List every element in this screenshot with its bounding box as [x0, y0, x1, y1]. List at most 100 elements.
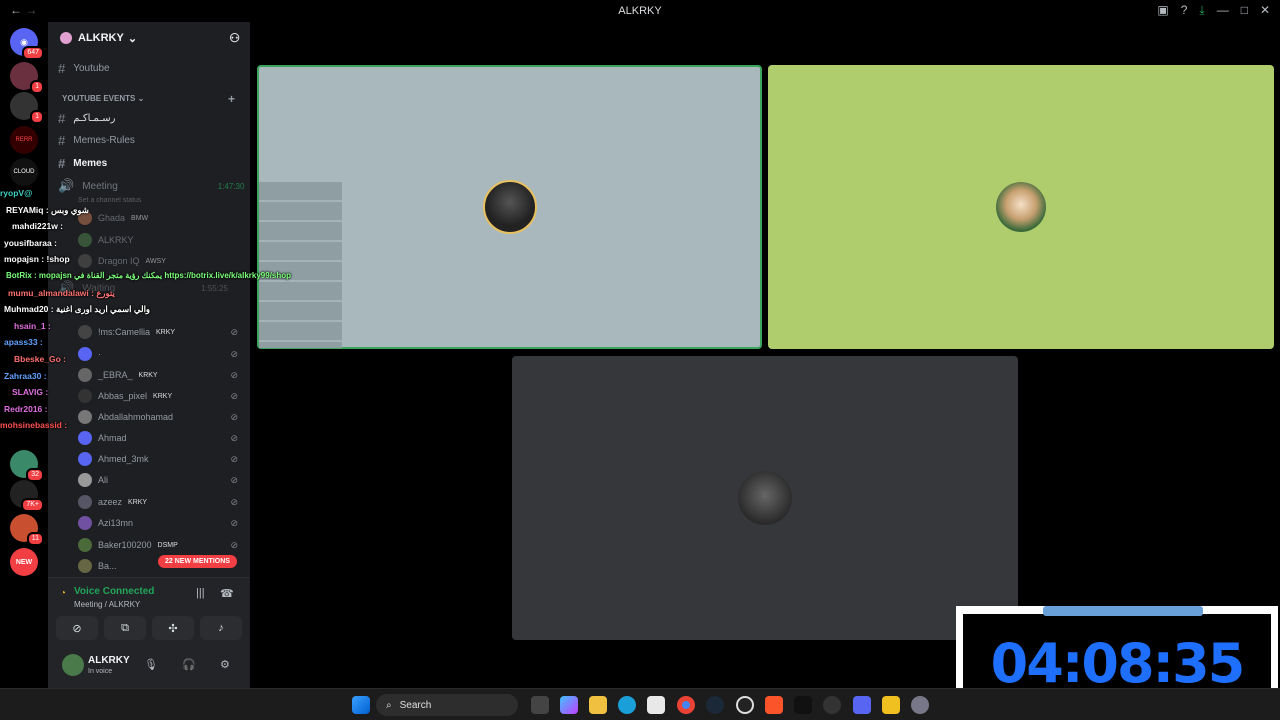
windows-start-icon[interactable] — [352, 696, 370, 714]
window-controls: ▣ ? ⤓ — □ ✕ — [1157, 3, 1270, 18]
participant-tile[interactable] — [512, 356, 1018, 640]
server-icon[interactable]: RERR — [10, 126, 38, 154]
settings-icon[interactable]: ⚙ — [220, 658, 230, 671]
voice-user[interactable]: Baker100200 DSMP ⊘ — [78, 535, 238, 555]
chat-line: Zahraa30 : — [4, 370, 47, 381]
server-name: ALKRKY — [78, 32, 124, 44]
server-icon[interactable]: NEW — [10, 548, 38, 576]
inbox-icon[interactable]: ▣ — [1157, 3, 1168, 18]
store-icon[interactable] — [647, 696, 665, 714]
close-icon[interactable]: ✕ — [1260, 3, 1270, 18]
avatar — [482, 180, 537, 234]
deafened-icon: ⊘ — [230, 453, 238, 464]
deafened-icon: ⊘ — [230, 517, 238, 528]
stream-chat-overlay: ryopV@ REYAMiq : شوي وبس mahdi221w : you… — [0, 188, 330, 437]
copilot-icon[interactable] — [560, 696, 578, 714]
edge-icon[interactable] — [618, 696, 636, 714]
activities-icon[interactable]: ✣ — [152, 616, 194, 640]
avatar — [738, 471, 792, 525]
server-header[interactable]: ALKRKY ⌄ ⚇ — [48, 22, 250, 54]
channel-youtube[interactable]: # Youtube — [58, 58, 110, 78]
server-icon[interactable]: 7K+ — [10, 480, 44, 512]
hash-icon: # — [58, 60, 66, 76]
hash-icon: # — [58, 155, 66, 171]
voice-actions: ⊘ ⧉ ✣ ♪ — [56, 616, 242, 640]
voice-channel-path[interactable]: Meeting / ALKRKY — [74, 600, 140, 609]
sticky-notes-icon[interactable] — [882, 696, 900, 714]
brave-icon[interactable] — [765, 696, 783, 714]
participant-tile[interactable] — [257, 65, 762, 349]
deafened-icon: ⊘ — [230, 474, 238, 485]
add-channel-icon[interactable]: + — [228, 92, 235, 106]
minimize-icon[interactable]: — — [1217, 3, 1229, 18]
server-badge-icon — [60, 32, 72, 44]
maximize-icon[interactable]: □ — [1241, 3, 1248, 18]
chevron-down-icon: ⌄ — [127, 32, 138, 45]
microphone-icon[interactable]: 🎙 — [144, 658, 158, 671]
help-icon[interactable]: ? — [1181, 3, 1188, 18]
avatar — [78, 473, 92, 487]
voice-user[interactable]: Ali ⊘ — [78, 470, 238, 490]
avatar — [78, 538, 92, 552]
download-icon[interactable]: ⤓ — [1199, 3, 1204, 18]
timer-bar-top — [1043, 606, 1203, 616]
chat-line: apass33 : — [4, 337, 43, 348]
chat-line: Redr2016 : — [4, 403, 48, 414]
taskbar: ⌕ Search — [0, 688, 1280, 720]
channel-memes[interactable]: # Memes — [58, 153, 107, 173]
add-member-icon[interactable]: ⚇ — [229, 31, 240, 45]
obs-icon[interactable] — [736, 696, 754, 714]
steam-icon[interactable] — [706, 696, 724, 714]
settings-app-icon[interactable] — [911, 696, 929, 714]
screen-share-icon[interactable]: ⧉ — [104, 616, 146, 640]
headphones-icon[interactable]: 🎧 — [182, 658, 196, 671]
deafened-icon: ⊘ — [230, 539, 238, 550]
hash-icon: # — [58, 132, 66, 148]
chat-line: mopajsn : !shop — [4, 254, 70, 265]
search-icon: ⌕ — [386, 699, 392, 711]
channel-rasmakum[interactable]: # رسـمـاكـم — [58, 108, 115, 128]
voice-user[interactable]: azeez KRKY ⊘ — [78, 492, 238, 512]
hash-icon: # — [58, 110, 66, 126]
avatar — [78, 495, 92, 509]
server-icon[interactable]: CLOUD — [10, 158, 38, 186]
discord-icon[interactable] — [853, 696, 871, 714]
home-button[interactable]: ◉ 647 — [10, 28, 44, 60]
chat-line: mahdi221w : — [12, 221, 64, 232]
avatar — [78, 516, 92, 530]
avatar[interactable] — [62, 654, 84, 676]
title-bar: ← → ALKRKY ▣ ? ⤓ — □ ✕ — [0, 0, 1280, 22]
voice-user[interactable]: Azi13mn ⊘ — [78, 513, 238, 533]
server-icon[interactable]: 32 — [10, 450, 44, 482]
voice-user[interactable]: Ahmed_3mk ⊘ — [78, 449, 238, 469]
new-mentions-button[interactable]: 22 NEW MENTIONS — [158, 555, 237, 568]
noise-suppression-icon[interactable]: ||| — [196, 587, 205, 599]
chat-line: Bbeske_Go : — [14, 353, 66, 364]
user-name: ALKRKY — [88, 655, 130, 666]
disconnect-icon[interactable]: ☎ — [220, 587, 234, 600]
chat-line: mohsinebassid : — [0, 420, 68, 431]
window-title: ALKRKY — [618, 5, 662, 17]
participant-tile[interactable] — [768, 65, 1274, 349]
video-stage — [250, 22, 1280, 688]
voice-status: Voice Connected — [74, 586, 155, 597]
user-status: In voice — [88, 668, 113, 675]
taskbar-search[interactable]: ⌕ Search — [376, 694, 518, 716]
server-icon[interactable]: 11 — [10, 514, 44, 546]
chat-line: yousifbaraa : — [4, 237, 57, 248]
chrome-icon[interactable] — [677, 696, 695, 714]
file-explorer-icon[interactable] — [589, 696, 607, 714]
channel-memes-rules[interactable]: # Memes-Rules — [58, 130, 135, 150]
server-icon[interactable]: 1 — [10, 62, 44, 94]
chat-line: SLAVIG : — [12, 387, 49, 398]
discord-alt-icon[interactable] — [823, 696, 841, 714]
camera-icon[interactable]: ⊘ — [56, 616, 98, 640]
soundboard-icon[interactable]: ♪ — [200, 616, 242, 640]
capcut-icon[interactable] — [794, 696, 812, 714]
server-icon[interactable]: 1 — [10, 92, 44, 124]
task-view-icon[interactable] — [531, 696, 549, 714]
category-youtube-events[interactable]: YOUTUBE EVENTS ⌄ + — [62, 92, 235, 106]
avatar — [78, 559, 92, 573]
chat-line: REYAMiq : شوي وبس — [6, 204, 89, 215]
chat-line: ryopV@ — [0, 188, 33, 198]
